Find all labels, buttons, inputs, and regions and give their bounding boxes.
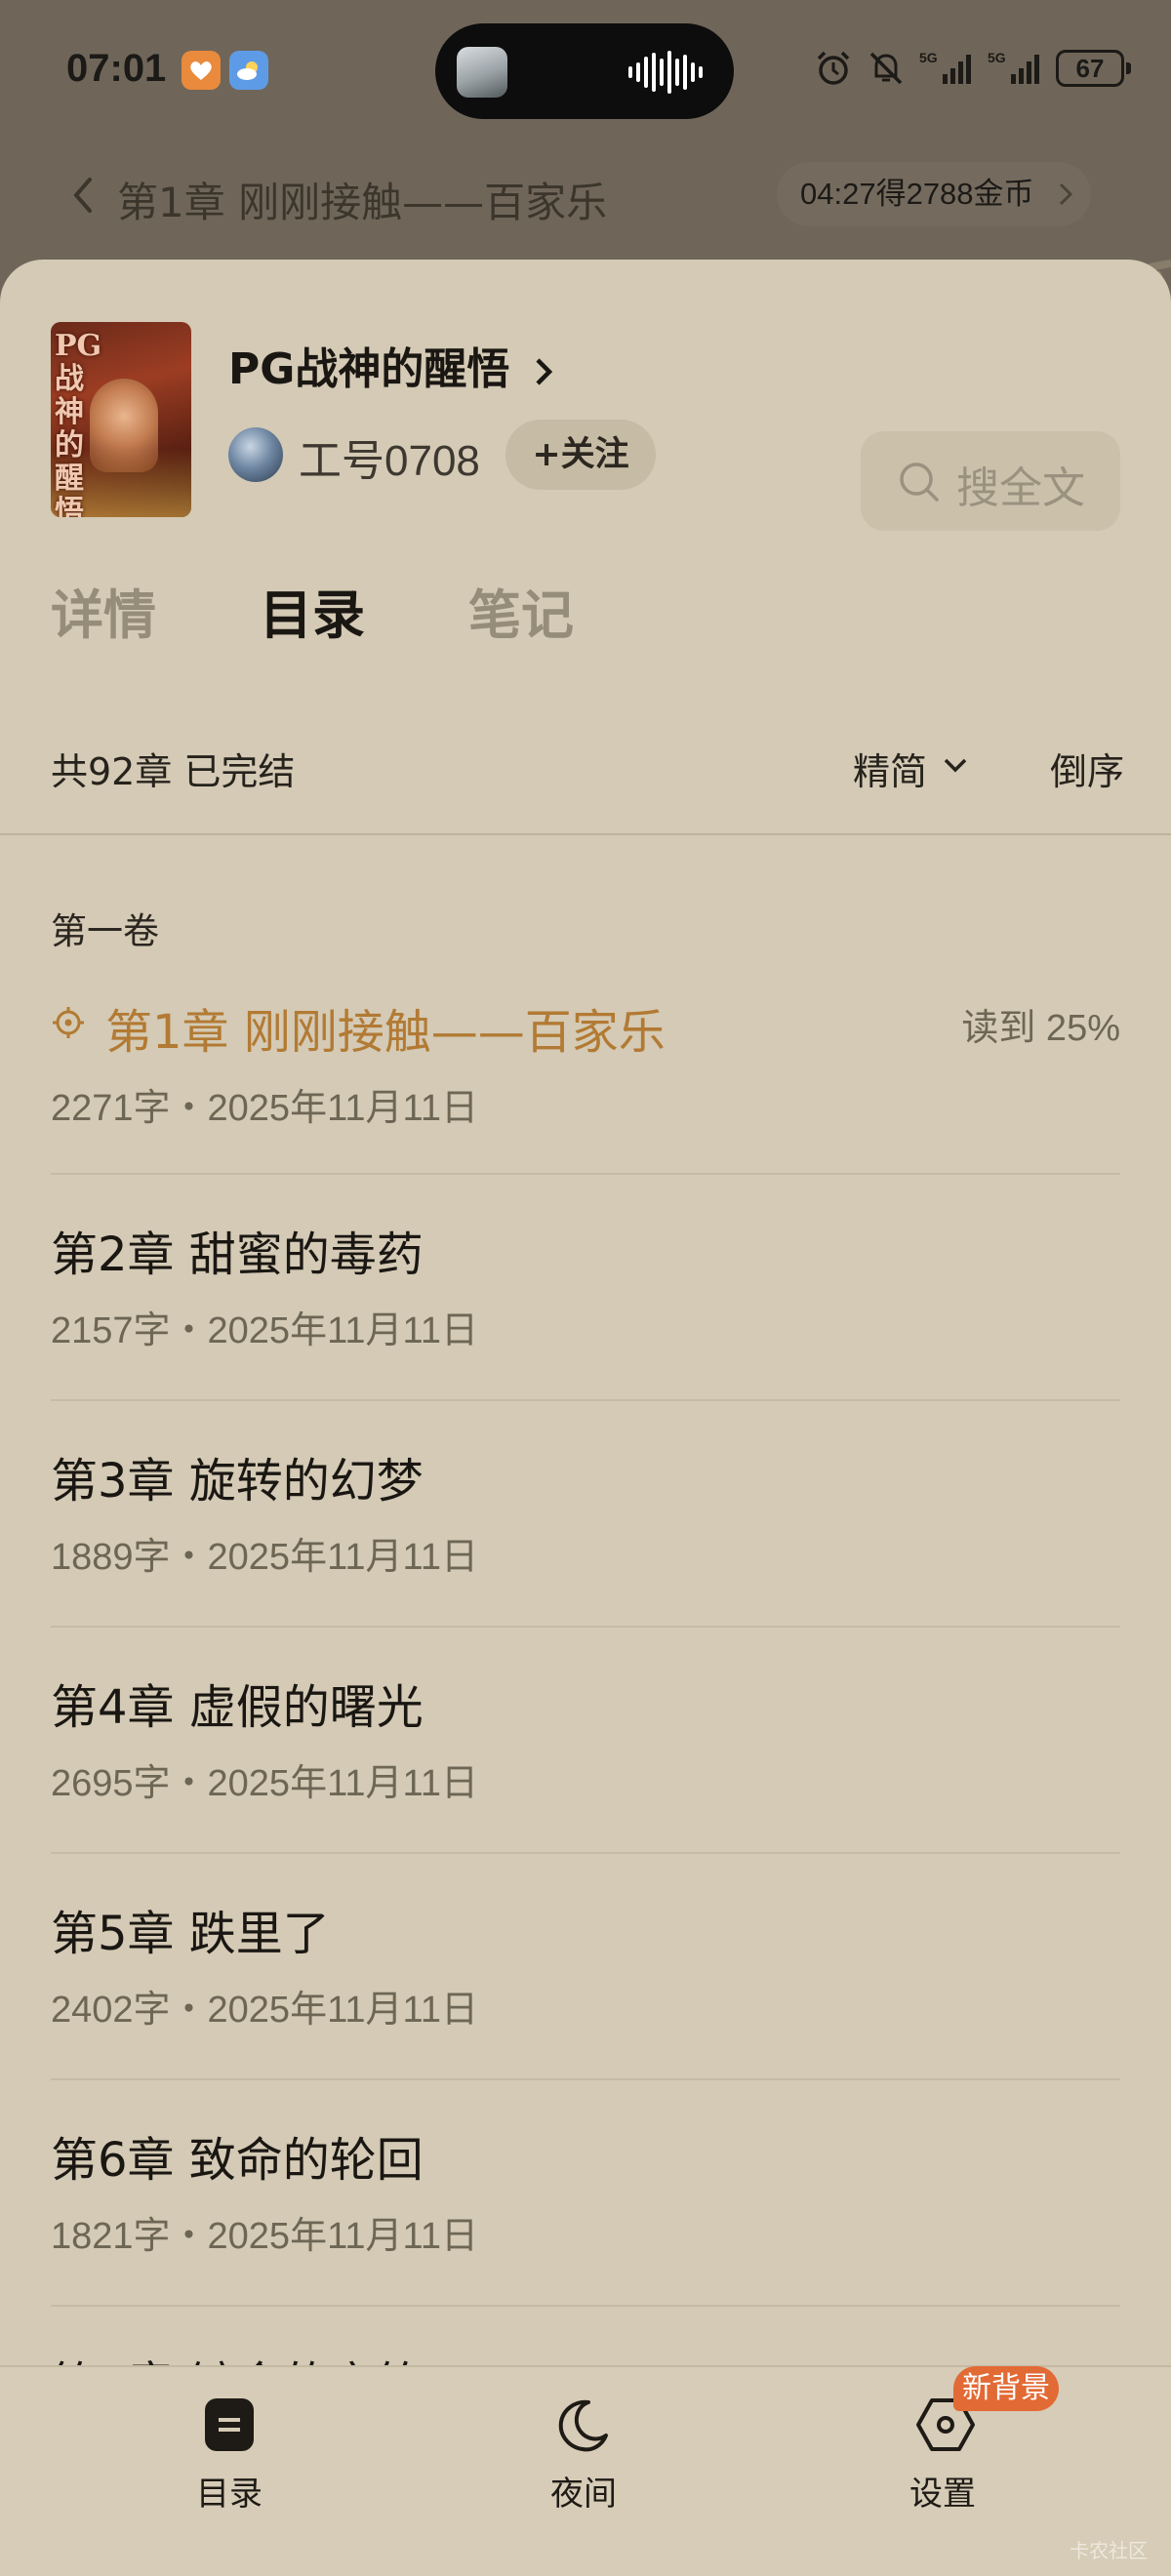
divider [0,833,1171,835]
filter-dropdown[interactable]: 精简 [853,742,967,795]
night-mode-button[interactable]: 夜间 [466,2367,701,2576]
author-name[interactable]: 工号0708 [299,425,480,488]
chapter-title: 第6章 致命的轮回 [51,2133,424,2188]
chapter-meta: 1889字・2025年11月11日 [51,1537,478,1578]
weather-app-icon [229,51,268,90]
search-placeholder: 搜全文 [956,463,1085,513]
chevron-down-icon [944,758,967,773]
audio-wave-icon [628,51,703,94]
tab-bar: 详情 目录 笔记 [0,572,1171,669]
status-time: 07:01 [66,47,167,90]
svg-text:5G: 5G [919,50,938,65]
chevron-right-icon [1059,182,1073,206]
mute-icon [869,52,903,85]
toc-toolbar: 共92章 已完结 精简 倒序 [0,722,1171,829]
svg-text:5G: 5G [988,50,1006,65]
tab-toc[interactable]: 目录 [260,572,365,649]
tab-details[interactable]: 详情 [51,572,156,649]
chapter-item[interactable]: 第3章 旋转的幻梦 1889字・2025年11月11日 [51,1401,1120,1628]
heart-app-icon [182,51,221,90]
author-avatar[interactable] [228,427,283,482]
chapter-meta: 1821字・2025年11月11日 [51,2216,478,2257]
watermark: 卡农社区 [1070,2539,1148,2562]
book-cover[interactable]: PG战神的醒悟 [51,322,191,517]
tab-notes[interactable]: 笔记 [468,572,574,649]
dynamic-island[interactable] [435,23,734,119]
book-title-text: PG战神的醒悟 [228,344,510,394]
search-icon [900,463,939,502]
chapter-item[interactable]: 第2章 甜蜜的毒药 2157字・2025年11月11日 [51,1175,1120,1401]
chapter-meta: 2157字・2025年11月11日 [51,1310,478,1351]
chapter-count-status: 共92章 已完结 [51,750,296,793]
chapter-item[interactable]: 第4章 虚假的曙光 2695字・2025年11月11日 [51,1628,1120,1854]
coin-reward-text: 04:27得2788金币 [800,177,1034,211]
chapter-title: 第5章 跌里了 [51,1907,330,1961]
chapter-meta: 2271字・2025年11月11日 [51,1088,478,1129]
toc-icon [205,2398,254,2451]
battery-indicator: 67 [1056,50,1131,87]
settings-label: 设置 [909,2475,976,2514]
chapter-title: 第2章 甜蜜的毒药 [51,1228,424,1282]
chapter-item[interactable]: 第5章 跌里了 2402字・2025年11月11日 [51,1854,1120,2080]
alarm-icon [817,51,850,85]
status-icons: 5G 5G 67 [814,49,1131,88]
toc-sheet: PG战神的醒悟 PG战神的醒悟 工号0708 +关注 搜全文 详情 目录 笔记 … [0,260,1171,2576]
reader-chapter-title: 第1章 刚刚接触——百家乐 [117,179,608,226]
cover-title-text: PG战神的醒悟 [55,329,102,518]
chapter-list: 第1章 刚刚接触——百家乐 读到 25% 2271字・2025年11月11日 第… [51,976,1120,2424]
signal-icon: 5G [919,50,971,84]
night-mode-label: 夜间 [550,2475,617,2514]
back-icon[interactable] [68,176,98,215]
reader-header: 第1章 刚刚接触——百家乐 04:27得2788金币 [0,146,1171,363]
chapter-title: 第3章 旋转的幻梦 [51,1454,424,1509]
toc-button[interactable]: 目录 [112,2367,346,2576]
chevron-right-icon [536,358,552,385]
chapter-title: 第1章 刚刚接触——百家乐 [105,1005,666,1060]
signal-icon-2: 5G [988,50,1039,84]
media-thumbnail [457,47,507,98]
filter-label: 精简 [853,750,928,793]
sort-toggle[interactable]: 倒序 [1050,742,1124,795]
moon-icon [558,2399,608,2452]
follow-button[interactable]: +关注 [505,420,656,490]
chapter-meta: 2695字・2025年11月11日 [51,1763,478,1804]
search-fulltext-button[interactable]: 搜全文 [861,431,1120,531]
volume-heading: 第一卷 [51,910,159,952]
chapter-item-current[interactable]: 第1章 刚刚接触——百家乐 读到 25% 2271字・2025年11月11日 [51,976,1120,1175]
chapter-item[interactable]: 第6章 致命的轮回 1821字・2025年11月11日 [51,2080,1120,2307]
status-bar: 07:01 5G 5G 67 [0,0,1171,137]
book-header: PG战神的醒悟 PG战神的醒悟 工号0708 +关注 搜全文 [0,260,1171,552]
read-progress: 读到 25% [961,1008,1120,1049]
chapter-meta: 2402字・2025年11月11日 [51,1990,478,2031]
chapter-title: 第4章 虚假的曙光 [51,1680,424,1735]
coin-reward-pill[interactable]: 04:27得2788金币 [777,162,1091,226]
locate-icon [53,1007,84,1038]
book-title[interactable]: PG战神的醒悟 [228,334,556,396]
toc-button-label: 目录 [196,2475,262,2514]
new-background-badge: 新背景 [953,2366,1059,2411]
